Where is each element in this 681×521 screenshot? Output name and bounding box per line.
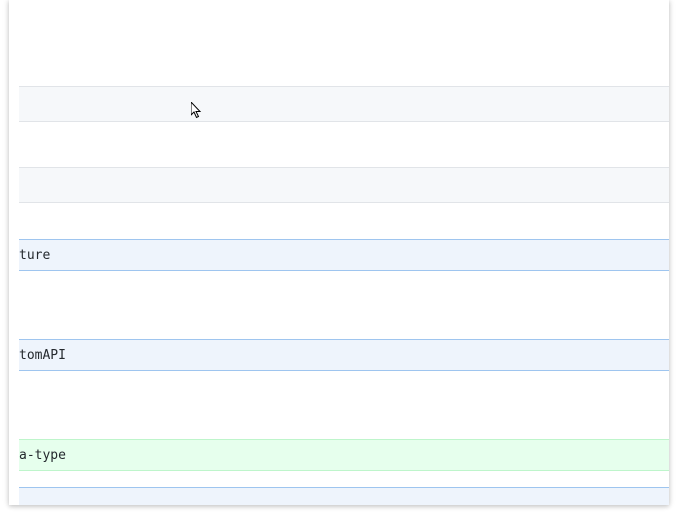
diff-container: ture tomAPI a-type — [19, 0, 669, 505]
diff-line-context — [19, 487, 669, 505]
diff-line-addition: a-type — [19, 439, 669, 471]
diff-line-context: ture — [19, 239, 669, 271]
diff-line-text: ture — [19, 248, 50, 263]
diff-line-context: tomAPI — [19, 339, 669, 371]
diff-line-text: a-type — [19, 448, 66, 463]
document-page: ture tomAPI a-type — [9, 0, 669, 505]
diff-hunk-header — [19, 86, 669, 122]
diff-hunk-header — [19, 167, 669, 203]
diff-line-text: tomAPI — [19, 348, 66, 363]
